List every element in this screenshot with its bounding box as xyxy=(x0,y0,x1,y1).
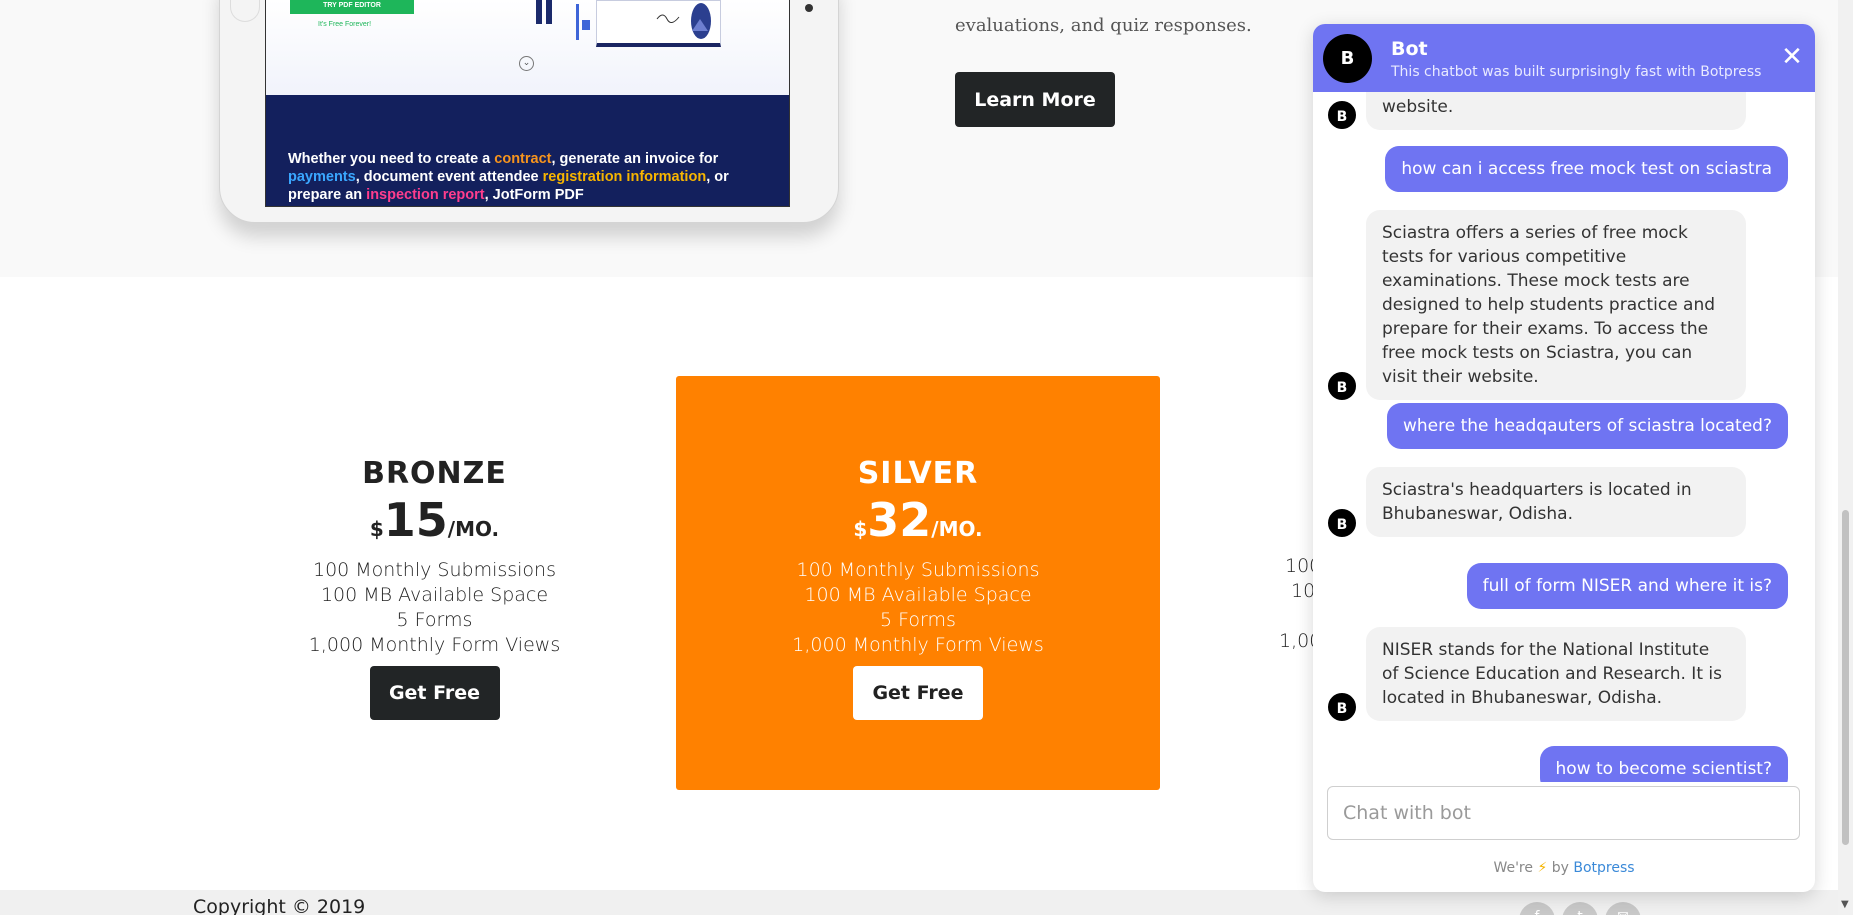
plan-feature: 5 Forms xyxy=(880,609,956,631)
plan-features: 100 10 1,00 xyxy=(1215,554,1321,654)
plan-amount: 15 xyxy=(383,493,448,547)
user-message: how can i access free mock test on scias… xyxy=(1385,146,1788,192)
powered-by-label: by xyxy=(1551,860,1569,876)
pricing-plan-bronze: BRONZE $15/MO. 100 Monthly Submissions 1… xyxy=(290,376,579,790)
chat-messages[interactable]: individuals can visit the Sciastra websi… xyxy=(1313,92,1815,782)
botpress-link[interactable]: Botpress xyxy=(1573,860,1634,876)
plan-feature: 100 Monthly Submissions xyxy=(796,559,1040,581)
powered-by: We're ⚡ by Botpress xyxy=(1313,860,1815,876)
promo-highlight: inspection report xyxy=(366,187,485,203)
bot-avatar: B xyxy=(1326,370,1358,402)
plan-feature: 100 MB Available Space xyxy=(320,584,549,606)
mail-icon[interactable]: ✉ xyxy=(1605,902,1641,915)
page-scrollbar-thumb[interactable] xyxy=(1842,510,1849,845)
plan-feature: 5 Forms xyxy=(396,609,473,631)
tablet-promo-text: Whether you need to create a contract, g… xyxy=(288,151,729,203)
plan-price: $32/MO. xyxy=(676,496,1160,555)
user-message: how to become scientist? xyxy=(1539,746,1788,782)
chat-input[interactable] xyxy=(1328,787,1799,839)
powered-prefix: We're xyxy=(1493,860,1533,876)
plan-name: BRONZE xyxy=(362,456,507,491)
user-message: where the headqauters of sciastra locate… xyxy=(1386,403,1788,449)
close-icon[interactable]: ✕ xyxy=(1779,44,1805,70)
tablet-promo-banner: Whether you need to create a contract, g… xyxy=(266,95,789,206)
bot-message: NISER stands for the National Institute … xyxy=(1366,627,1746,721)
tablet-screen-top: TRY PDF EDITOR It's Free Forever! ⌄ xyxy=(266,0,789,95)
plan-currency: $ xyxy=(853,517,868,541)
plan-features: 100 Monthly Submissions 100 MB Available… xyxy=(290,558,579,658)
chat-input-wrapper xyxy=(1327,786,1800,840)
plan-feature: 100 MB Available Space xyxy=(804,584,1032,606)
bot-message: individuals can visit the Sciastra websi… xyxy=(1366,92,1746,130)
lightning-icon: ⚡ xyxy=(1537,860,1548,876)
user-message: full of form NISER and where it is? xyxy=(1466,563,1788,609)
bot-message: Sciastra's headquarters is located in Bh… xyxy=(1366,467,1746,537)
plan-feature: 100 Monthly Submissions xyxy=(312,559,556,581)
plan-name: SILVER xyxy=(857,456,979,491)
bot-avatar: B xyxy=(1323,34,1372,83)
tablet-screen-image: TRY PDF EDITOR It's Free Forever! ⌄ Whet… xyxy=(265,0,790,207)
bot-avatar: B xyxy=(1326,507,1358,539)
chat-header: B Bot This chatbot was built surprisingl… xyxy=(1313,24,1815,92)
chatbot-widget: B Bot This chatbot was built surprisingl… xyxy=(1313,24,1815,892)
scroll-down-icon: ⌄ xyxy=(519,56,534,71)
promo-highlight: payments xyxy=(288,169,356,185)
pricing-plan-silver: SILVER $32/MO. 100 Monthly Submissions 1… xyxy=(676,376,1160,790)
plan-feature: 1,000 Monthly Form Views xyxy=(308,634,561,656)
scroll-down-arrow-icon[interactable]: ▼ xyxy=(1841,899,1849,910)
chat-subtitle: This chatbot was built surprisingly fast… xyxy=(1391,64,1762,80)
bot-avatar: B xyxy=(1326,99,1358,131)
twitter-icon[interactable]: t xyxy=(1562,902,1598,915)
chat-title: Bot xyxy=(1391,38,1428,60)
free-forever-label: It's Free Forever! xyxy=(318,21,372,28)
facebook-icon[interactable]: f xyxy=(1519,902,1555,915)
promo-highlight: contract xyxy=(494,151,552,167)
plan-feature xyxy=(1215,604,1321,629)
footer: Copyright © 2019 f t ✉ xyxy=(0,890,1853,915)
plan-period: /MO. xyxy=(447,517,500,541)
get-free-button-bronze[interactable]: Get Free xyxy=(369,666,500,720)
plan-features: 100 Monthly Submissions 100 MB Available… xyxy=(676,558,1160,658)
tablet-home-dot xyxy=(805,4,813,12)
page-scrollbar[interactable]: ▼ xyxy=(1838,0,1853,915)
promo-highlight: registration information xyxy=(542,169,707,185)
article-text: evaluations, and quiz responses. xyxy=(955,15,1252,36)
plan-amount: 32 xyxy=(867,493,932,547)
learn-more-button[interactable]: Learn More xyxy=(955,72,1115,127)
get-free-button-silver[interactable]: Get Free xyxy=(853,666,983,720)
plan-feature: 1,000 Monthly Form Views xyxy=(792,634,1044,656)
bot-message: Sciastra offers a series of free mock te… xyxy=(1366,210,1746,400)
plan-period: /MO. xyxy=(931,517,983,541)
document-illustration-icon xyxy=(596,0,721,47)
bot-avatar: B xyxy=(1326,691,1358,723)
plan-price: $15/MO. xyxy=(290,496,579,555)
plan-currency: $ xyxy=(369,517,384,541)
copyright-text: Copyright © 2019 xyxy=(193,896,366,915)
try-pdf-editor-button: TRY PDF EDITOR xyxy=(290,0,414,14)
